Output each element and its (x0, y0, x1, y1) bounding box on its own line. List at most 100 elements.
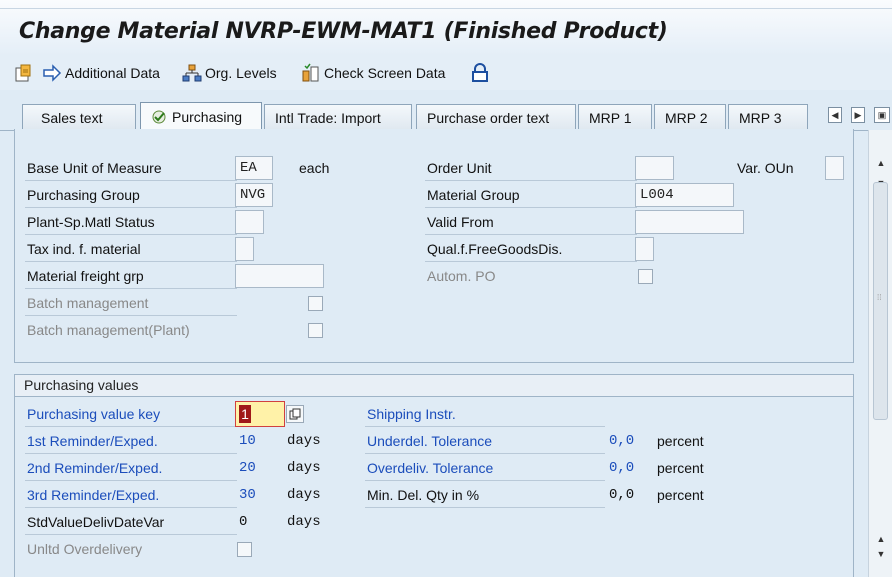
days-unit: days (287, 514, 321, 530)
tab-label: MRP 3 (739, 109, 782, 126)
purchasing-group-label: Purchasing Group (27, 187, 140, 203)
row-separator (365, 426, 605, 427)
qual-free-goods-label: Qual.f.FreeGoodsDis. (427, 241, 563, 257)
days-unit: days (287, 433, 321, 449)
autom-po-checkbox[interactable] (638, 269, 653, 284)
value-help-button[interactable] (286, 405, 304, 423)
lock-icon (472, 63, 488, 82)
var-oun-field[interactable] (825, 156, 844, 180)
tab-scroll-right-button[interactable]: ▶ (851, 107, 865, 123)
unltd-overdelivery-checkbox[interactable] (237, 542, 252, 557)
qual-free-goods-field[interactable] (635, 237, 654, 261)
application-toolbar: Additional Data Org. Levels Check Screen… (0, 56, 892, 90)
scroll-up-icon[interactable]: ▲ (875, 158, 887, 168)
row-separator (25, 207, 237, 208)
underdel-tolerance-value[interactable]: 0,0 (609, 433, 634, 449)
plant-status-field[interactable] (235, 210, 264, 234)
reminder1-value[interactable]: 10 (239, 433, 256, 449)
tab-purchasing[interactable]: Purchasing (140, 102, 262, 131)
row-separator (25, 453, 237, 454)
batch-mgmt-label: Batch management (27, 295, 149, 311)
std-deliv-date-var-value[interactable]: 0 (239, 514, 247, 530)
row-separator (25, 315, 237, 316)
tab-label: Intl Trade: Import (275, 109, 381, 126)
plant-status-label: Plant-Sp.Matl Status (27, 214, 155, 230)
freight-grp-field[interactable] (235, 264, 324, 288)
title-bar-divider (0, 8, 892, 9)
purchasing-value-key-field[interactable]: 1 (235, 401, 285, 427)
reminder2-label: 2nd Reminder/Exped. (27, 460, 163, 476)
tab-mrp-2[interactable]: MRP 2 (654, 104, 726, 130)
row-separator (25, 534, 237, 535)
page-title: Change Material NVRP-EWM-MAT1 (Finished … (19, 19, 668, 44)
tab-mrp-1[interactable]: MRP 1 (578, 104, 652, 130)
check-screen-data-label: Check Screen Data (324, 65, 446, 81)
tab-intl-trade-import[interactable]: Intl Trade: Import (264, 104, 412, 130)
days-unit: days (287, 487, 321, 503)
overdeliv-tolerance-value[interactable]: 0,0 (609, 460, 634, 476)
material-group-field[interactable]: L004 (635, 183, 734, 207)
row-separator (425, 234, 637, 235)
valid-from-field[interactable] (635, 210, 744, 234)
batch-mgmt-plant-label: Batch management(Plant) (27, 322, 190, 338)
tab-sales-text[interactable]: Sales text (22, 104, 136, 130)
scrollbar-thumb[interactable]: ⁞⁞ (873, 182, 888, 420)
content-area: Base Unit of Measure EA each Order Unit … (0, 129, 868, 577)
check-data-icon (302, 63, 319, 82)
underdel-tolerance-label: Underdel. Tolerance (367, 433, 493, 449)
scroll-page-up-icon[interactable]: ▲ (875, 534, 887, 544)
var-oun-label: Var. OUn (737, 160, 794, 176)
purchasing-values-group: Purchasing values Purchasing value key 1… (14, 374, 854, 577)
tab-mrp-3[interactable]: MRP 3 (728, 104, 808, 130)
display-change-button[interactable] (14, 62, 37, 84)
base-uom-label: Base Unit of Measure (27, 160, 162, 176)
reminder2-value[interactable]: 20 (239, 460, 256, 476)
org-levels-button[interactable]: Org. Levels (182, 62, 277, 84)
vertical-scrollbar[interactable]: ▲ ▼ ⁞⁞ ▲ ▼ (868, 130, 892, 577)
additional-data-label: Additional Data (65, 65, 160, 81)
tab-label: Purchasing (172, 109, 243, 125)
row-separator (425, 207, 637, 208)
percent-unit: percent (657, 487, 704, 503)
general-data-group: Base Unit of Measure EA each Order Unit … (14, 129, 854, 363)
additional-data-button[interactable]: Additional Data (42, 62, 160, 84)
autom-po-label: Autom. PO (427, 268, 496, 284)
batch-mgmt-checkbox[interactable] (308, 296, 323, 311)
row-separator (25, 480, 237, 481)
grip-icon: ⁞⁞ (877, 293, 882, 302)
tax-ind-field[interactable] (235, 237, 254, 261)
check-screen-data-button[interactable]: Check Screen Data (301, 62, 445, 84)
row-separator (25, 507, 237, 508)
order-unit-label: Order Unit (427, 160, 492, 176)
reminder3-value[interactable]: 30 (239, 487, 256, 503)
row-separator (365, 507, 605, 508)
triangle-left-icon: ◀ (831, 109, 839, 120)
batch-mgmt-plant-checkbox[interactable] (308, 323, 323, 338)
org-levels-label: Org. Levels (205, 65, 277, 81)
row-separator (365, 480, 605, 481)
row-separator (425, 261, 637, 262)
tab-scroll-left-button[interactable]: ◀ (828, 107, 842, 123)
purchasing-group-field[interactable]: NVG (235, 183, 273, 207)
days-unit: days (287, 460, 321, 476)
scroll-page-down-icon[interactable]: ▼ (875, 549, 887, 559)
overdeliv-tolerance-label: Overdeliv. Tolerance (367, 460, 494, 476)
row-separator (425, 180, 637, 181)
tab-list-button[interactable]: ▣ (874, 107, 890, 123)
lock-button[interactable] (471, 62, 492, 84)
min-del-qty-label: Min. Del. Qty in % (367, 487, 480, 503)
display-change-icon (15, 64, 31, 82)
material-group-label: Material Group (427, 187, 520, 203)
reminder3-label: 3rd Reminder/Exped. (27, 487, 160, 503)
min-del-qty-value[interactable]: 0,0 (609, 487, 634, 503)
row-separator (25, 288, 237, 289)
order-unit-field[interactable] (635, 156, 674, 180)
tab-label: Sales text (41, 109, 103, 126)
base-uom-text: each (299, 160, 330, 176)
copy-icon (289, 408, 301, 420)
triangle-right-icon: ▶ (854, 109, 862, 120)
base-uom-field[interactable]: EA (235, 156, 273, 180)
valid-from-label: Valid From (427, 214, 494, 230)
tab-purchase-order-text[interactable]: Purchase order text (416, 104, 576, 130)
arrow-right-icon (43, 64, 62, 82)
